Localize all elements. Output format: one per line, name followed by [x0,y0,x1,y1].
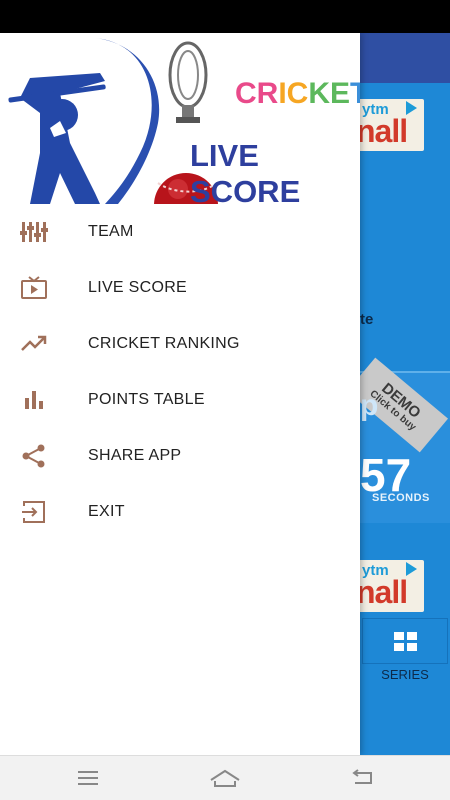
menu-item-label: POINTS TABLE [88,391,205,408]
menu-item-label: LIVE SCORE [88,279,188,296]
navigation-drawer: CRICKET LIVE SCORE TEAM LIVE SCORE CRICK… [0,33,360,755]
menu-item-label: SHARE APP [88,447,182,464]
tv-play-icon [20,274,48,302]
menu-lines-icon[interactable] [68,764,108,792]
menu-item-share-app[interactable]: SHARE APP [0,428,360,484]
menu-item-label: CRICKET RANKING [88,335,240,352]
trending-up-icon [20,330,48,358]
drawer-header: CRICKET LIVE SCORE [0,33,360,204]
bar-chart-icon [20,386,48,414]
share-icon [20,442,48,470]
trophy-icon [168,41,208,123]
menu-item-live-score[interactable]: LIVE SCORE [0,260,360,316]
exit-icon [20,498,48,526]
back-icon[interactable] [342,764,382,792]
menu-item-points-table[interactable]: POINTS TABLE [0,372,360,428]
menu-item-exit[interactable]: EXIT [0,484,360,540]
system-nav-bar [0,755,450,800]
equalizer-icon [20,218,48,246]
app-title-cricket: CRICKET [235,77,360,110]
home-icon[interactable] [205,764,245,792]
drawer-menu: TEAM LIVE SCORE CRICKET RANKING POINTS T… [0,204,360,540]
menu-item-cricket-ranking[interactable]: CRICKET RANKING [0,316,360,372]
status-bar [0,0,450,33]
menu-item-label: TEAM [88,223,134,240]
app-title-live-score: LIVE SCORE [190,138,301,204]
menu-item-team[interactable]: TEAM [0,204,360,260]
menu-item-label: EXIT [88,503,125,520]
